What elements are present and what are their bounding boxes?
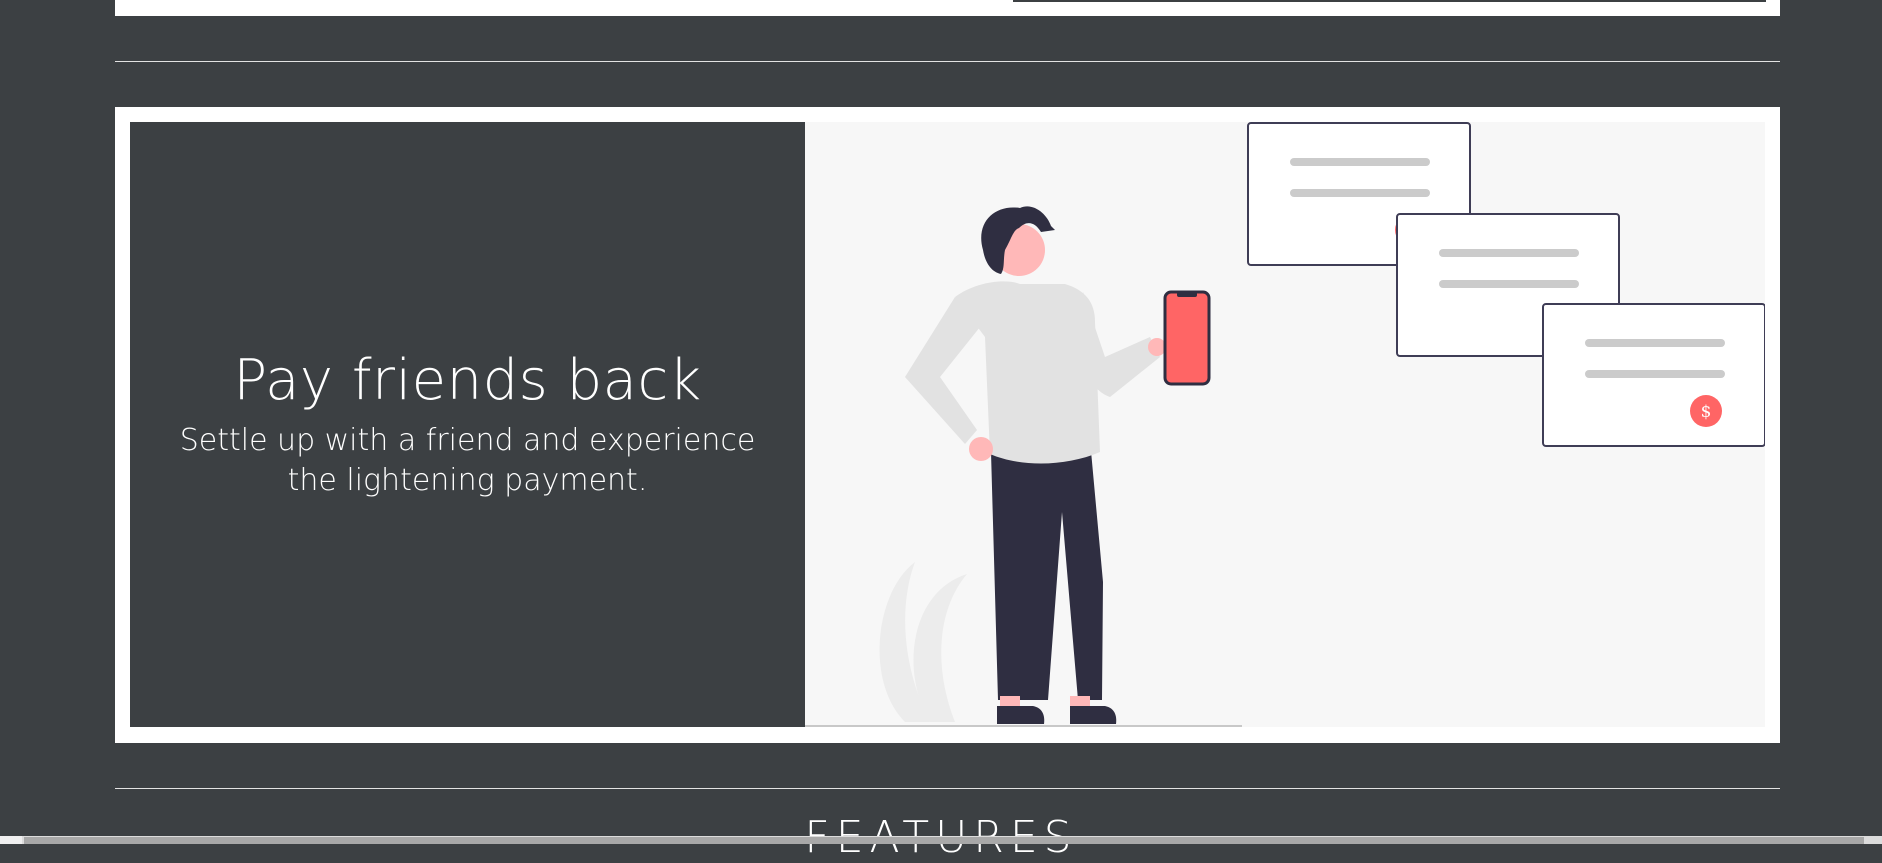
previous-section-card — [115, 0, 1780, 16]
scrollbar-thumb[interactable] — [24, 837, 1864, 844]
horizontal-scrollbar[interactable] — [0, 836, 1882, 844]
leaf-decoration — [913, 574, 967, 722]
hero-illustration-panel: $ $ $ — [805, 122, 1765, 727]
previous-section-divider — [1013, 0, 1766, 2]
hero-title: Pay friends back — [233, 348, 702, 413]
section-divider-bottom — [115, 788, 1780, 789]
person-hand — [1148, 338, 1166, 356]
person-torso — [955, 281, 1100, 464]
section-divider-top — [115, 61, 1780, 62]
dollar-symbol: $ — [1701, 402, 1712, 422]
person-shoe — [997, 706, 1045, 724]
person-hand — [969, 437, 993, 461]
hero-card: Pay friends back Settle up with a friend… — [115, 107, 1780, 743]
payment-card: $ — [1542, 303, 1765, 447]
person-sock — [1070, 696, 1090, 706]
hero-subtitle: Settle up with a friend and experience t… — [179, 423, 756, 498]
person-legs — [991, 440, 1103, 700]
scroll-left-arrow-icon[interactable] — [0, 836, 22, 844]
payment-illustration: $ $ $ — [805, 122, 1765, 727]
phone-icon — [1163, 290, 1211, 386]
person-arm — [905, 297, 980, 444]
person-shoe — [1070, 706, 1117, 724]
phone-notch — [1177, 292, 1197, 297]
person-sock — [1000, 696, 1020, 706]
hero-text-panel: Pay friends back Settle up with a friend… — [130, 122, 805, 727]
